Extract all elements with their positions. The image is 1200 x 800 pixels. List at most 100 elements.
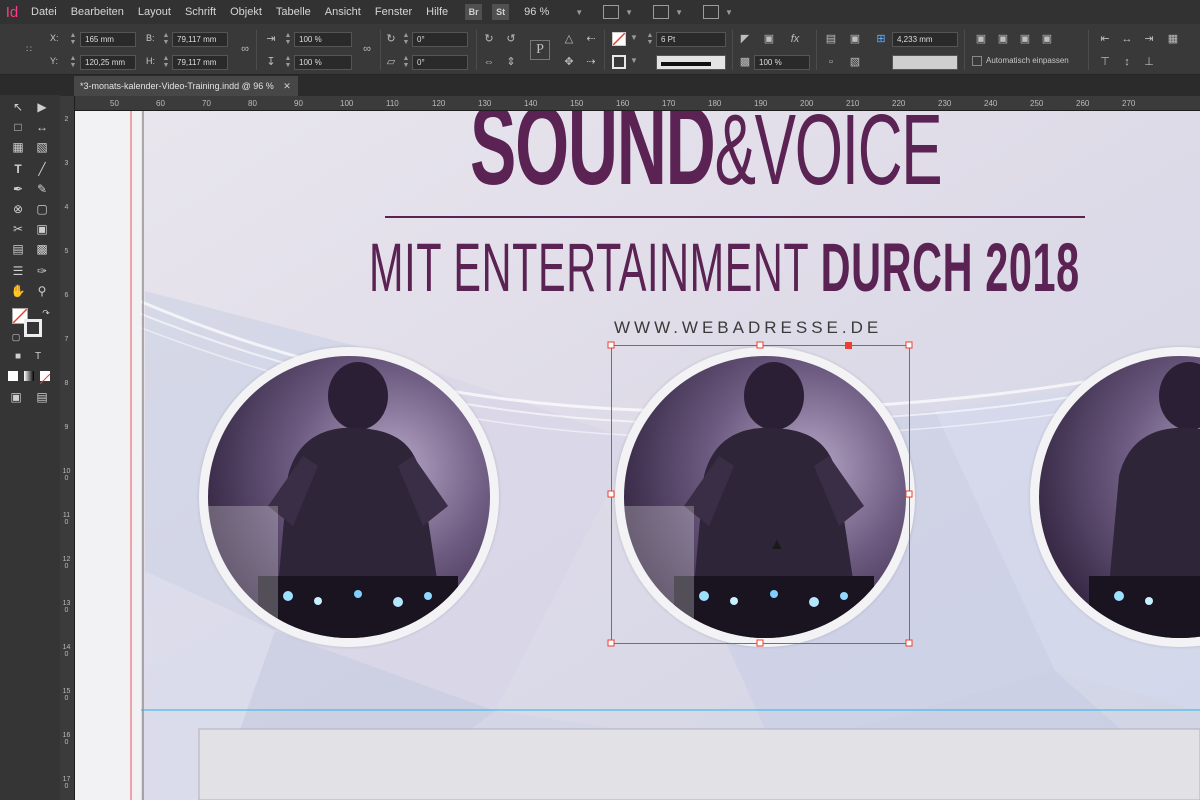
selection-frame[interactable] [605, 341, 915, 651]
stock-button[interactable]: St [492, 4, 510, 20]
rotate-cw-icon[interactable]: ↻ [482, 32, 496, 46]
free-transform-tool-icon[interactable]: ▣ [34, 221, 50, 237]
y-spinner[interactable]: ▲ ▼ [69, 55, 77, 69]
stroke-swatch-tools[interactable] [24, 319, 42, 337]
select-previous-icon[interactable]: ⇠ [584, 32, 598, 46]
close-tab-icon[interactable]: ✕ [283, 76, 291, 96]
document-canvas[interactable]: SOUND&VOICE MIT ENTERTAINMENT DURCH 2018… [75, 111, 1200, 800]
style-select[interactable] [892, 55, 958, 70]
pencil-tool-icon[interactable]: ✎ [34, 181, 50, 197]
text-wrap-around-icon[interactable]: ▣ [848, 32, 862, 46]
ellipse-frame-tool-icon[interactable]: ⊗ [10, 201, 26, 217]
stroke-weight-field[interactable]: 6 Pt [656, 32, 726, 47]
note-tool-icon[interactable]: ☰ [10, 263, 26, 279]
photo-circle-left[interactable] [199, 347, 499, 647]
align-bottom-icon[interactable]: ⊥ [1142, 55, 1156, 69]
pen-tool-icon[interactable]: ✒ [10, 181, 26, 197]
line-tool-icon[interactable]: ╱ [34, 161, 50, 177]
align-top-icon[interactable]: ⊤ [1098, 55, 1112, 69]
content-collector-icon[interactable]: ▦ [10, 139, 26, 155]
fit-content-icon[interactable]: ▣ [974, 32, 988, 46]
x-field[interactable]: 165 mm [80, 32, 136, 47]
gap-tool-icon[interactable]: ↔ [34, 119, 50, 135]
scale-x-spinner[interactable]: ▲ ▼ [284, 32, 292, 46]
scale-y-field[interactable]: 100 % [294, 55, 352, 70]
align-left-icon[interactable]: ⇤ [1098, 32, 1112, 46]
menu-ansicht[interactable]: Ansicht [318, 6, 368, 18]
center-content-icon[interactable]: ▣ [1018, 32, 1032, 46]
align-right-icon[interactable]: ⇥ [1142, 32, 1156, 46]
hand-tool-icon[interactable]: ✋ [10, 283, 26, 299]
fill-dropdown-icon[interactable]: ▼ [630, 33, 638, 42]
menu-schrift[interactable]: Schrift [178, 6, 223, 18]
stroke-dropdown-icon[interactable]: ▼ [630, 56, 638, 65]
formatting-text-icon[interactable]: T [30, 349, 46, 365]
zoom-level[interactable]: 96 % [524, 6, 549, 18]
zoom-dropdown-icon[interactable]: ▼ [575, 8, 583, 17]
rotate-ccw-icon[interactable]: ↺ [504, 32, 518, 46]
view-options-icon[interactable] [603, 5, 620, 19]
gradient-tool-icon[interactable]: ▤ [10, 241, 26, 257]
stroke-type-select[interactable] [656, 55, 726, 70]
corner-options-icon[interactable]: ◤ [738, 32, 752, 46]
scale-x-field[interactable]: 100 % [294, 32, 352, 47]
offset-field[interactable]: 4,233 mm [892, 32, 958, 47]
view-dropdown-icon[interactable]: ▼ [625, 8, 633, 17]
flip-horizontal-icon[interactable]: ⇔ [482, 55, 496, 69]
menu-hilfe[interactable]: Hilfe [419, 6, 455, 18]
height-spinner[interactable]: ▲ ▼ [162, 55, 170, 69]
menu-tabelle[interactable]: Tabelle [269, 6, 318, 18]
rotate-field[interactable]: 0° [412, 32, 468, 47]
apply-none-icon[interactable] [39, 371, 51, 385]
shadow-icon[interactable]: ▣ [762, 32, 776, 46]
align-center-icon[interactable]: ↔ [1120, 32, 1134, 46]
x-spinner[interactable]: ▲ ▼ [69, 32, 77, 46]
stroke-weight-spinner[interactable]: ▲ ▼ [646, 32, 654, 46]
bounding-box-icon[interactable]: ⊞ [874, 32, 888, 46]
type-tool-icon[interactable]: T [10, 161, 26, 177]
screen-mode-icon[interactable] [653, 5, 670, 19]
bridge-button[interactable]: Br [465, 4, 483, 20]
wrap-jump-icon[interactable]: ▧ [848, 55, 862, 69]
menu-bearbeiten[interactable]: Bearbeiten [64, 6, 131, 18]
select-content-icon[interactable]: ✥ [562, 55, 576, 69]
document-tab[interactable]: *3-monats-kalender-Video-Training.indd @… [74, 76, 298, 96]
apply-color-icon[interactable] [8, 371, 18, 381]
shear-field[interactable]: 0° [412, 55, 468, 70]
default-colors-icon[interactable]: ▢ [8, 329, 24, 345]
constrain-scale-icon[interactable]: ∞ [360, 42, 374, 56]
screen-dropdown-icon[interactable]: ▼ [675, 8, 683, 17]
align-middle-icon[interactable]: ↕ [1120, 55, 1134, 69]
gradient-feather-tool-icon[interactable]: ▩ [34, 241, 50, 257]
reference-point-icon[interactable]: ∷ [22, 42, 36, 56]
preview-mode-icon[interactable]: ▤ [34, 389, 50, 405]
swap-fill-stroke-icon[interactable]: ↷ [38, 305, 54, 321]
height-field[interactable]: 79,117 mm [172, 55, 228, 70]
rotate-spinner[interactable]: ▲ ▼ [402, 32, 410, 46]
direct-selection-tool-icon[interactable]: ▶ [34, 99, 50, 115]
autofit-checkbox[interactable] [972, 56, 982, 66]
distribute-icon[interactable]: ▦ [1166, 32, 1180, 46]
normal-view-icon[interactable]: ▣ [8, 389, 24, 405]
arrange-documents-icon[interactable] [703, 5, 720, 19]
zoom-tool-icon[interactable]: ⚲ [34, 283, 50, 299]
text-wrap-icon[interactable]: ▤ [824, 32, 838, 46]
menu-fenster[interactable]: Fenster [368, 6, 419, 18]
scissors-tool-icon[interactable]: ✂ [10, 221, 26, 237]
flip-vertical-icon[interactable]: ⇕ [504, 55, 518, 69]
menu-layout[interactable]: Layout [131, 6, 178, 18]
content-placer-icon[interactable]: ▧ [34, 139, 50, 155]
select-next-icon[interactable]: ⇢ [584, 55, 598, 69]
width-field[interactable]: 79,117 mm [172, 32, 228, 47]
formatting-container-icon[interactable]: ■ [10, 349, 26, 365]
page-tool-icon[interactable]: □ [10, 119, 26, 135]
menu-datei[interactable]: Datei [24, 6, 64, 18]
apply-gradient-icon[interactable] [24, 371, 34, 381]
opacity-field[interactable]: 100 % [754, 55, 810, 70]
width-spinner[interactable]: ▲ ▼ [162, 32, 170, 46]
fx-icon[interactable]: fx [788, 32, 802, 46]
scale-y-spinner[interactable]: ▲ ▼ [284, 55, 292, 69]
stroke-swatch[interactable] [612, 55, 626, 69]
wrap-object-icon[interactable]: ▫ [824, 55, 838, 69]
fill-none-swatch[interactable] [612, 32, 626, 46]
